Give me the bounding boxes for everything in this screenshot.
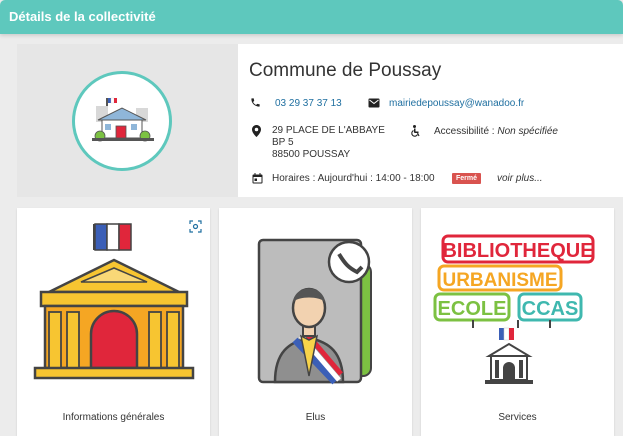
- page: Détails de la collectivité Commune de Po…: [0, 0, 623, 436]
- town-hall-logo-icon: [92, 97, 154, 142]
- services-word-urbanisme: URBANISME: [442, 270, 557, 291]
- address-line-3: 88500 POUSSAY: [272, 149, 351, 160]
- status-badge: Fermé: [452, 173, 482, 184]
- accessibility-label: Accessibilité :: [434, 126, 498, 137]
- accessibility-info: Accessibilité : Non spécifiée: [434, 126, 558, 137]
- commune-logo: [72, 71, 172, 171]
- tile-label: Elus: [305, 412, 326, 423]
- see-more-link[interactable]: voir plus...: [497, 173, 543, 184]
- tile-label: Informations générales: [62, 412, 165, 423]
- phone-icon: [251, 98, 260, 107]
- logo-panel: [17, 44, 238, 197]
- location-pin-icon: [252, 125, 261, 137]
- accessibility-icon: [411, 125, 420, 137]
- town-hall-icon: [33, 223, 195, 380]
- phone-link[interactable]: 03 29 37 37 13: [275, 98, 342, 109]
- address-line-2: BP 5: [272, 137, 294, 148]
- tile-services[interactable]: BIBLIOTHEQUE URBANISME ECOLE CCAS Servic…: [421, 208, 614, 436]
- elected-official-icon: [257, 238, 372, 385]
- section-title: Détails de la collectivité: [9, 9, 156, 24]
- services-word-ccas: CCAS: [522, 298, 579, 320]
- opening-hours: Horaires : Aujourd'hui : 14:00 - 18:00: [272, 173, 435, 184]
- commune-name: Commune de Poussay: [249, 60, 442, 81]
- services-icon: BIBLIOTHEQUE URBANISME ECOLE CCAS: [433, 234, 595, 384]
- email-icon: [368, 98, 380, 108]
- services-word-bibliotheque: BIBLIOTHEQUE: [442, 240, 593, 262]
- tile-general-information[interactable]: Informations générales: [17, 208, 210, 436]
- services-word-ecole: ECOLE: [438, 298, 507, 320]
- section-header: Détails de la collectivité: [0, 0, 623, 34]
- tile-elected-officials[interactable]: Elus: [219, 208, 412, 436]
- accessibility-value: Non spécifiée: [497, 126, 558, 137]
- address-line-1: 29 PLACE DE L'ABBAYE: [272, 125, 385, 136]
- calendar-icon: [252, 173, 263, 184]
- email-link[interactable]: mairiedepoussay@wanadoo.fr: [389, 98, 524, 109]
- tile-label: Services: [498, 412, 537, 423]
